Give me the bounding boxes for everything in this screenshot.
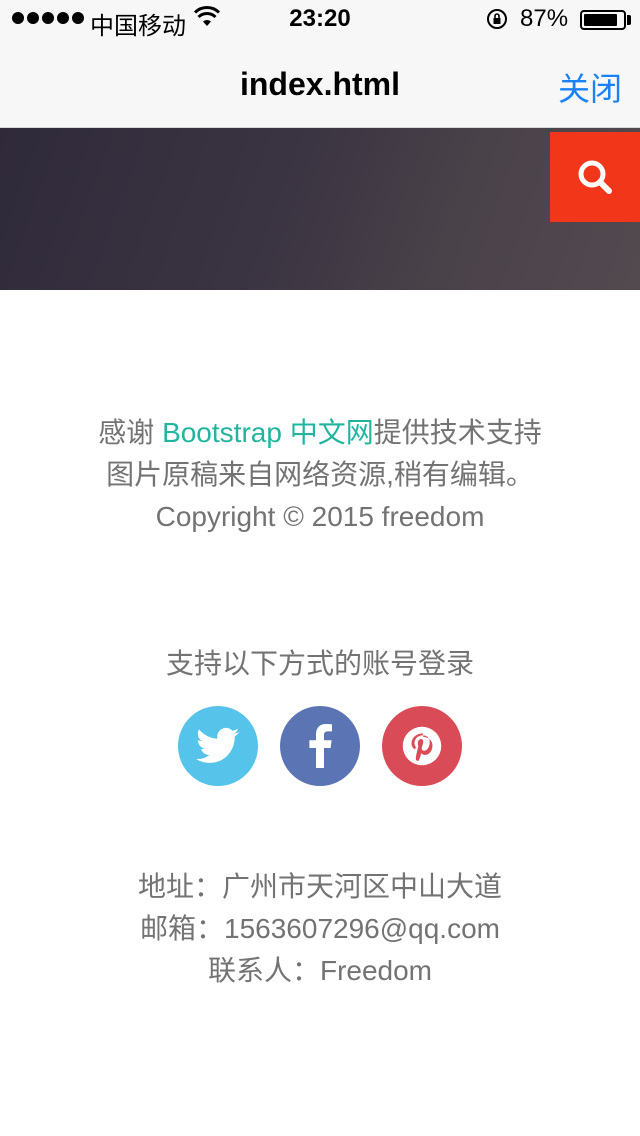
header-banner [0,128,640,290]
page-title: index.html [239,66,400,102]
pinterest-icon [402,726,442,766]
close-button[interactable]: 关闭 [558,64,622,110]
contact-person: 联系人：Freedom [207,955,433,986]
facebook-icon [309,724,332,768]
credits-section: 感谢 Bootstrap 中文网提供技术支持 图片原稿来自网络资源,稍有编辑。 … [0,412,640,538]
search-icon [578,160,612,194]
facebook-login-button[interactable] [280,706,360,786]
thanks-prefix: 感谢 [98,417,163,448]
battery-percent: 87% [520,5,569,32]
thanks-suffix: 提供技术支持 [373,417,542,448]
screen: 中国移动 23:20 87% index.html 关闭 感谢 Bootstra… [0,0,640,1136]
rotation-lock-icon [487,9,507,29]
status-bar: 中国移动 23:20 87% [0,0,640,40]
pinterest-login-button[interactable] [382,706,462,786]
copyright-text: Copyright © 2015 freedom [155,501,485,532]
source-note: 图片原稿来自网络资源,稍有编辑。 [106,459,534,490]
search-button[interactable] [550,132,640,222]
contact-section: 地址：广州市天河区中山大道 邮箱：1563607296@qq.com 联系人：F… [0,866,640,992]
bootstrap-link[interactable]: Bootstrap 中文网 [162,417,374,448]
twitter-login-button[interactable] [178,706,258,786]
contact-email: 邮箱：1563607296@qq.com [140,913,500,944]
contact-address: 地址：广州市天河区中山大道 [137,871,502,902]
battery-level [584,14,617,26]
social-login-buttons [0,706,640,786]
social-login-title: 支持以下方式的账号登录 [165,648,474,679]
battery-icon [580,10,626,30]
twitter-icon [196,727,240,763]
battery-cap [627,15,631,25]
navigation-bar: index.html 关闭 [0,40,640,128]
thanks-line: 感谢 Bootstrap 中文网提供技术支持 [0,412,640,454]
